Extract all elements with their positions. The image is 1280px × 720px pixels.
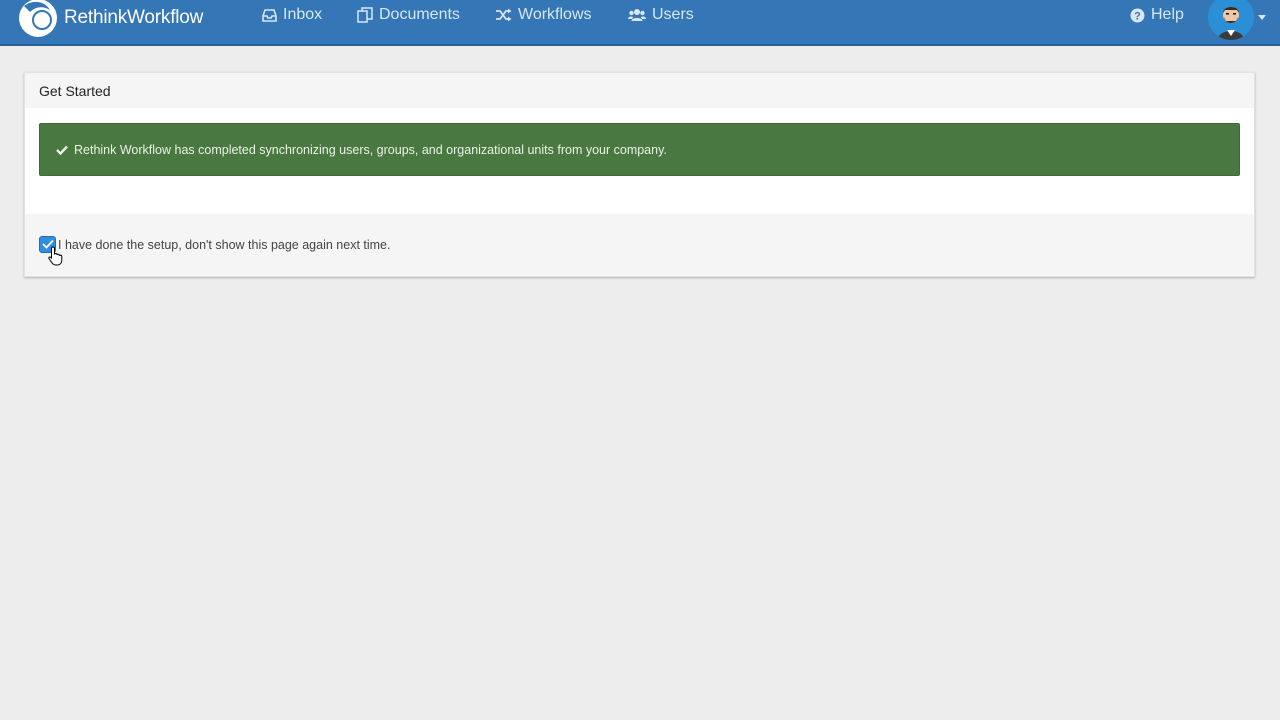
- nav-workflows-label: Workflows: [518, 6, 592, 23]
- users-icon: [628, 9, 646, 21]
- shuffle-icon: [496, 8, 512, 22]
- panel-footer: I have done the setup, don't show this p…: [25, 214, 1254, 276]
- check-icon: [56, 145, 68, 155]
- nav-documents-label: Documents: [379, 6, 460, 23]
- panel-title: Get Started: [25, 73, 1254, 108]
- dont-show-again-checkbox[interactable]: [39, 235, 56, 253]
- inbox-icon: [262, 8, 277, 22]
- sync-success-alert: Rethink Workflow has completed synchroni…: [39, 123, 1240, 176]
- alert-text: Rethink Workflow has completed synchroni…: [74, 142, 667, 157]
- nav-users-label: Users: [652, 6, 694, 23]
- dont-show-again-label[interactable]: I have done the setup, don't show this p…: [58, 238, 390, 252]
- chevron-down-icon: [1258, 14, 1266, 20]
- nav-workflows[interactable]: Workflows: [495, 0, 592, 30]
- user-avatar-icon: [1208, 0, 1254, 40]
- brand[interactable]: RethinkWorkflow: [18, 0, 203, 40]
- brand-name: RethinkWorkflow: [64, 7, 204, 28]
- question-circle-icon: ?: [1130, 8, 1145, 22]
- rethink-logo-icon: [18, 0, 58, 38]
- nav-help[interactable]: ? Help: [1130, 0, 1184, 30]
- checkmark-icon: [41, 239, 54, 249]
- panel-body: Rethink Workflow has completed synchroni…: [25, 108, 1254, 214]
- user-menu[interactable]: [1208, 0, 1274, 40]
- top-navbar: RethinkWorkflow Inbox Documents Workflow…: [0, 0, 1280, 46]
- nav-inbox[interactable]: Inbox: [262, 0, 322, 30]
- nav-inbox-label: Inbox: [283, 6, 323, 23]
- nav-users[interactable]: Users: [628, 0, 694, 30]
- svg-text:?: ?: [1134, 10, 1141, 22]
- get-started-panel: Get Started Rethink Workflow has complet…: [24, 72, 1255, 277]
- nav-documents[interactable]: Documents: [357, 0, 460, 30]
- nav-help-label: Help: [1151, 6, 1184, 23]
- documents-icon: [357, 7, 373, 23]
